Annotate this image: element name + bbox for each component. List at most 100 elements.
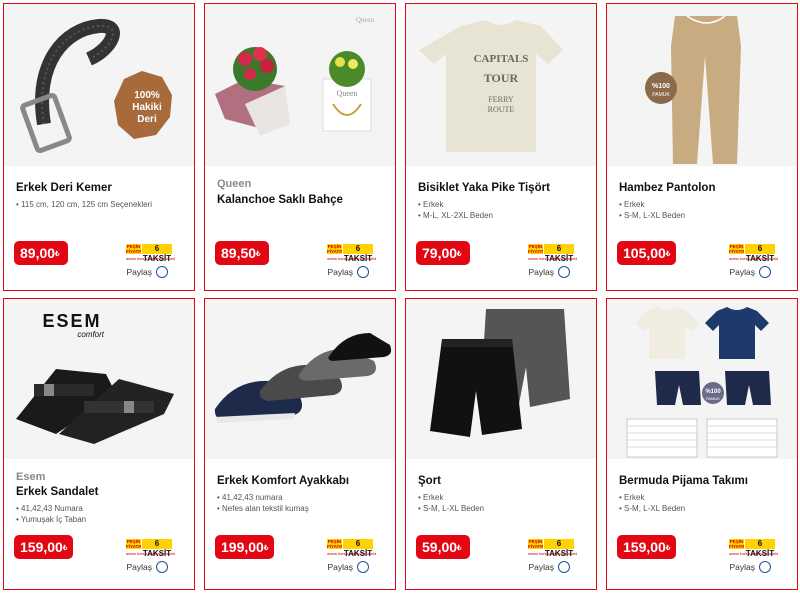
price-tag: 105,00 ₺ (617, 241, 677, 265)
installment-count: 6 TAKSİT (141, 539, 172, 558)
price-integer: 199 (221, 539, 245, 555)
product-title[interactable]: Erkek Komfort Ayakkabı (217, 475, 349, 487)
product-card-2[interactable]: Queen Queen Queen Kalanchoe Saklı Bahçe … (204, 3, 396, 291)
feature-item: Erkek (418, 200, 493, 211)
installment-count: 6 TAKSİT (543, 539, 574, 558)
svg-text:%100: %100 (652, 83, 670, 90)
product-card-4[interactable]: %100 PAMUK Hambez Pantolon ErkekS-M, L-X… (606, 3, 798, 291)
installment-banks: axess bonus maximum world (327, 551, 377, 556)
price-tag: 89,00 ₺ (14, 241, 68, 265)
feature-item: Erkek (619, 493, 685, 504)
product-card-3[interactable]: CAPITALS TOUR FERRY ROUTE Bisiklet Yaka … (405, 3, 597, 291)
product-brand: Esem (16, 471, 46, 483)
leather-badge-text: 100% (134, 90, 160, 101)
share-circle-icon[interactable] (156, 561, 168, 573)
share-button[interactable]: Paylaş (327, 561, 369, 573)
share-circle-icon[interactable] (558, 561, 570, 573)
product-image-belt: 100% Hakiki Deri (4, 4, 194, 166)
price-decimal: ,00 (437, 539, 458, 555)
share-button[interactable]: Paylaş (327, 266, 369, 278)
product-image[interactable]: Queen Queen (205, 4, 395, 166)
installment-badge: PEŞİN FİYATINA 6 TAKSİT axess bonus maxim… (528, 539, 577, 561)
installment-pesin: PEŞİN FİYATINA (327, 539, 348, 549)
feature-item: 41,42,43 numara (217, 493, 309, 504)
share-button[interactable]: Paylaş (528, 561, 570, 573)
product-card-6[interactable]: Erkek Komfort Ayakkabı 41,42,43 numaraNe… (204, 298, 396, 590)
svg-text:FERRY: FERRY (488, 95, 514, 104)
price-currency: ₺ (665, 545, 671, 552)
product-title[interactable]: Şort (418, 475, 441, 487)
price-decimal: ,00 (43, 539, 63, 555)
share-label: Paylaş (528, 562, 554, 572)
share-button[interactable]: Paylaş (729, 266, 771, 278)
installment-pesin: PEŞİN FİYATINA (729, 539, 750, 549)
share-button[interactable]: Paylaş (528, 266, 570, 278)
svg-text:TOUR: TOUR (484, 71, 519, 85)
feature-item: M-L, XL-2XL Beden (418, 211, 493, 222)
share-button[interactable]: Paylaş (729, 561, 771, 573)
product-title[interactable]: Erkek Deri Kemer (16, 182, 112, 194)
product-image-tshirt: CAPITALS TOUR FERRY ROUTE (406, 4, 596, 166)
price-currency: ₺ (665, 251, 671, 258)
share-circle-icon[interactable] (156, 266, 168, 278)
product-card-5[interactable]: ESEM comfort Esem Erkek Sandalet 41,42,4… (3, 298, 195, 590)
product-image[interactable]: %100 PAMUK (607, 4, 797, 166)
product-title[interactable]: Bermuda Pijama Takımı (619, 475, 748, 487)
price-tag: 89,50 ₺ (215, 241, 269, 265)
installment-count: 6 TAKSİT (543, 244, 574, 263)
product-features: 41,42,43 numaraNefes alan tekstil kumaş (217, 493, 309, 514)
installment-pesin: PEŞİN FİYATINA (729, 244, 750, 254)
product-card-8[interactable]: %100 PAMUK Bermuda Pijama Takımı ErkekS-… (606, 298, 798, 590)
product-features: 115 cm, 120 cm, 125 cm Seçenekleri (16, 200, 152, 211)
product-brand: Queen (217, 178, 252, 190)
svg-text:Queen: Queen (356, 16, 375, 24)
product-features: ErkekS-M, L-XL Beden (418, 493, 484, 514)
product-features: 41,42,43 NumaraYumuşak İç Taban (16, 504, 86, 525)
installment-pesin: PEŞİN FİYATINA (327, 244, 348, 254)
product-features: ErkekS-M, L-XL Beden (619, 493, 685, 514)
feature-item: S-M, L-XL Beden (418, 504, 484, 515)
share-circle-icon[interactable] (357, 561, 369, 573)
installment-banks: axess bonus maximum world (126, 256, 176, 261)
feature-item: Erkek (418, 493, 484, 504)
share-circle-icon[interactable] (759, 266, 771, 278)
installment-count: 6 TAKSİT (744, 539, 775, 558)
installment-badge: PEŞİN FİYATINA 6 TAKSİT axess bonus maxim… (729, 244, 778, 266)
price-currency: ₺ (55, 251, 60, 258)
price-integer: 89 (20, 245, 36, 261)
installment-badge: PEŞİN FİYATINA 6 TAKSİT axess bonus maxim… (327, 539, 377, 561)
installment-badge: PEŞİN FİYATINA 6 TAKSİT axess bonus maxim… (528, 244, 577, 266)
product-title[interactable]: Erkek Sandalet (16, 486, 98, 498)
product-title[interactable]: Bisiklet Yaka Pike Tişört (418, 182, 550, 194)
product-image-flowers: Queen Queen (205, 4, 395, 166)
installment-pesin: PEŞİN FİYATINA (528, 539, 549, 549)
product-image[interactable] (205, 299, 395, 459)
product-image[interactable]: %100 PAMUK (607, 299, 797, 459)
product-title[interactable]: Hambez Pantolon (619, 182, 715, 194)
product-image[interactable]: 100% Hakiki Deri (4, 4, 194, 166)
share-button[interactable]: Paylaş (126, 266, 168, 278)
share-label: Paylaş (126, 562, 152, 572)
product-image[interactable] (406, 299, 596, 459)
product-grid: 100% Hakiki Deri Erkek Deri Kemer 115 cm… (3, 3, 798, 590)
product-card-1[interactable]: 100% Hakiki Deri Erkek Deri Kemer 115 cm… (3, 3, 195, 291)
price-integer: 159 (623, 539, 647, 555)
product-image[interactable]: ESEM comfort (4, 299, 194, 459)
share-circle-icon[interactable] (357, 266, 369, 278)
product-image-shorts (406, 299, 596, 459)
share-circle-icon[interactable] (759, 561, 771, 573)
product-card-7[interactable]: Şort ErkekS-M, L-XL Beden 59,00₺ PEŞİN F… (405, 298, 597, 590)
product-image[interactable]: CAPITALS TOUR FERRY ROUTE (406, 4, 596, 166)
share-button[interactable]: Paylaş (126, 561, 168, 573)
svg-text:ESEM: ESEM (42, 311, 101, 331)
product-title[interactable]: Kalanchoe Saklı Bahçe (217, 194, 343, 206)
installment-pesin: PEŞİN FİYATINA (528, 244, 549, 254)
share-circle-icon[interactable] (558, 266, 570, 278)
feature-item: S-M, L-XL Beden (619, 504, 685, 515)
svg-text:PAMUK: PAMUK (706, 396, 720, 401)
price-currency: ₺ (263, 545, 269, 552)
installment-count: 6 TAKSİT (342, 244, 373, 263)
price-tag: 79,00 ₺ (416, 241, 470, 265)
svg-text:comfort: comfort (77, 330, 104, 339)
installment-pesin: PEŞİN FİYATINA (126, 244, 147, 254)
